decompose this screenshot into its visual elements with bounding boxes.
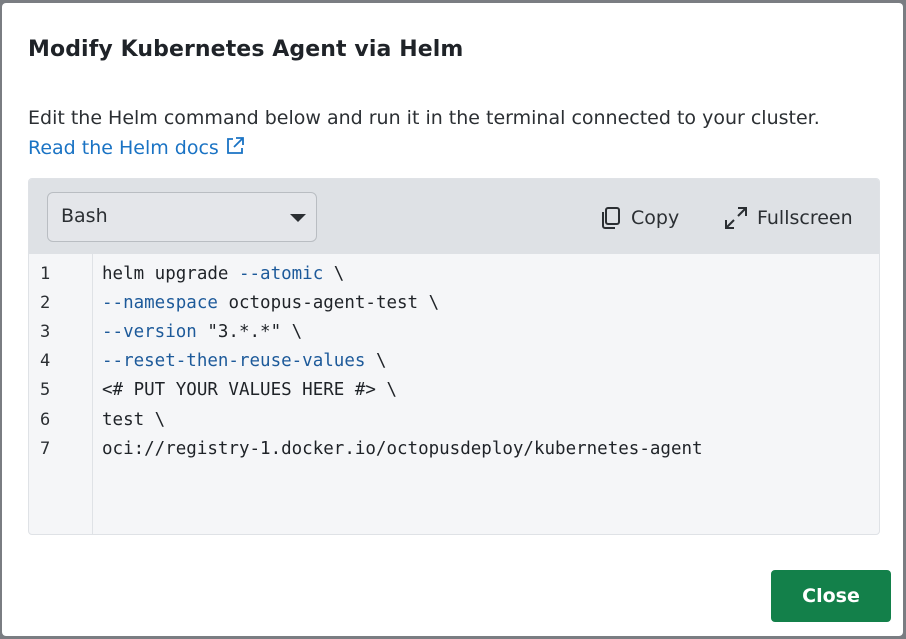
code-text: \	[323, 264, 345, 284]
code-line: test \	[102, 410, 165, 430]
copy-button[interactable]: Copy	[597, 203, 679, 233]
code-editor[interactable]: 1 2 3 4 5 6 7 helm upgrade --atomic \ --…	[29, 254, 879, 534]
line-number: 5	[40, 380, 51, 400]
code-panel: Bash Copy Fullscreen 1 2 3 4 5 6 7 helm …	[28, 178, 880, 535]
chevron-down-icon	[290, 214, 306, 222]
code-line: --version "3.*.*" \	[102, 322, 302, 342]
close-button[interactable]: Close	[771, 570, 891, 622]
code-text: "3.*.*" \	[196, 322, 303, 342]
line-number: 2	[40, 293, 51, 313]
description-text: Edit the Helm command below and run it i…	[28, 107, 820, 129]
line-number: 3	[40, 322, 51, 342]
line-number: 1	[40, 264, 51, 284]
code-flag: --version	[102, 322, 197, 342]
code-text: octopus-agent-test \	[217, 293, 440, 313]
code-text: <# PUT YOUR VALUES HERE #> \	[102, 380, 398, 400]
dialog-title: Modify Kubernetes Agent via Helm	[28, 37, 464, 62]
line-number: 6	[40, 410, 51, 430]
code-line: helm upgrade --atomic \	[102, 264, 344, 284]
line-number: 7	[40, 439, 51, 459]
code-line: --reset-then-reuse-values \	[102, 351, 386, 371]
helm-docs-link-label: Read the Helm docs	[28, 137, 219, 159]
external-link-icon	[226, 137, 244, 154]
code-flag: --reset-then-reuse-values	[102, 351, 366, 371]
helm-docs-link[interactable]: Read the Helm docs	[28, 137, 245, 159]
code-line: <# PUT YOUR VALUES HERE #> \	[102, 380, 397, 400]
code-line: --namespace octopus-agent-test \	[102, 293, 439, 313]
language-select[interactable]: Bash	[47, 192, 317, 242]
line-number: 4	[40, 351, 51, 371]
code-flag: --namespace	[102, 293, 218, 313]
code-toolbar: Bash Copy Fullscreen	[29, 179, 879, 254]
language-select-value: Bash	[61, 205, 108, 227]
fullscreen-button[interactable]: Fullscreen	[723, 203, 853, 233]
code-text: test \	[102, 410, 166, 430]
helm-dialog: Modify Kubernetes Agent via Helm Edit th…	[2, 3, 903, 636]
dialog-description: Edit the Helm command below and run it i…	[28, 103, 868, 163]
code-text: helm upgrade	[102, 264, 239, 284]
code-flag: --atomic	[238, 264, 324, 284]
code-text: oci://registry-1.docker.io/octopusdeploy…	[102, 439, 703, 459]
code-text: \	[365, 351, 387, 371]
copy-label: Copy	[631, 207, 680, 229]
fullscreen-label: Fullscreen	[757, 207, 853, 229]
fullscreen-icon	[725, 207, 747, 229]
copy-icon	[602, 207, 620, 229]
code-line: oci://registry-1.docker.io/octopusdeploy…	[102, 439, 703, 459]
line-number-gutter: 1 2 3 4 5 6 7	[29, 254, 93, 534]
